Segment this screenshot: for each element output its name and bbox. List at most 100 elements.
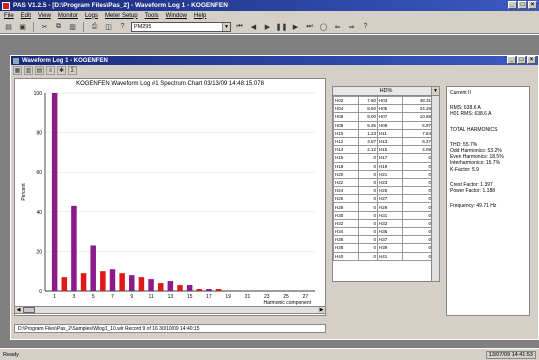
child-maximize-button[interactable]: □ [517,56,526,64]
hd-table-cell: 0 [401,243,434,253]
next-icon[interactable]: ▶ [290,21,301,32]
hd-table-row: H16 0 H17 0 [333,153,434,163]
chevron-down-icon[interactable]: ▼ [431,87,439,95]
save-icon[interactable]: ▣ [17,21,28,32]
print-preview-icon[interactable]: ◫ [103,21,114,32]
hd-table-cell: H24 [333,186,359,196]
chevron-down-icon[interactable]: ▼ [222,22,230,31]
hd-table-cell: 0 [401,153,434,163]
table-icon[interactable]: ▤ [35,66,44,75]
hd-table-cell: H38 [333,243,359,253]
chart-bar [109,269,116,291]
menu-help[interactable]: Help [194,13,206,19]
stop-icon[interactable]: ◯ [318,21,329,32]
open-icon[interactable]: ▤ [3,21,14,32]
chart-bar [186,285,193,291]
hd-table-row: H40 0 H41 0 [333,251,434,261]
scroll-thumb[interactable] [23,307,35,313]
hd-table-cell: H25 [377,186,403,196]
hd-table-cell: H40 [333,251,359,261]
spectrum-chart-panel: KOGENFEN Waveform Log #1 Spectrum Chart … [14,78,326,316]
scroll-left-icon[interactable]: ◀ [15,307,22,313]
hd-table-header: HD% ▼ [333,87,439,96]
y-tick-label: 0 [39,289,42,295]
hd-table-cell: 9.00 [357,112,379,122]
hd-table-cell: 0 [357,186,379,196]
first-icon[interactable]: ⏮ [234,21,245,32]
hd-table-cell: 4.08 [401,145,434,155]
child-titlebar: Waveform Log 1 - KOGENFEN _ □ × [11,56,538,65]
menu-edit[interactable]: Edit [21,13,31,19]
hd-table-cell: 0 [401,177,434,188]
x-tick-label: 19 [225,294,231,300]
help-icon[interactable]: ? [117,21,128,32]
print-icon[interactable]: ⎙ [89,21,100,32]
paste-icon[interactable]: ▥ [67,21,78,32]
last-icon[interactable]: ⏭ [304,21,315,32]
y-tick-label: 40 [36,210,42,216]
menu-tools[interactable]: Tools [145,13,159,19]
star-icon[interactable]: ✱ [57,66,66,75]
scroll-right-icon[interactable]: ▶ [318,307,325,313]
hd-table-cell: 10.58 [401,112,434,122]
x-tick-label: 1 [53,294,56,300]
bar-icon[interactable]: ▥ [24,66,33,75]
hd-table-cell: 0 [401,218,434,229]
close-button[interactable]: × [528,1,537,9]
menu-view[interactable]: View [38,13,51,19]
hd-table-cell: 0 [401,210,434,220]
hd-table-cell: H17 [377,153,403,163]
hd-table-row: H06 9.00 H07 10.58 [333,112,434,122]
child-close-button[interactable]: × [527,56,536,64]
record-path-bar: D:\Program Files\Pas_2\Samples\Wlog1_10.… [14,324,326,333]
hd-table-cell: H27 [377,194,403,204]
rewind-icon[interactable]: ⇐ [332,21,343,32]
hd-table-cell: H26 [333,194,359,204]
hd-table-cell: H34 [333,226,359,237]
play-icon[interactable]: ▶ [262,21,273,32]
status-text: Ready [3,351,19,358]
hd-table-row: H26 0 H27 0 [333,194,434,204]
main-toolbar: ▤ ▣ ✂ ⧉ ▥ ⎙ ◫ ? PM295 ▼ ⏮ ◀ ▶ ❚❚ ▶ ⏭ ◯ ⇐… [0,20,539,34]
hd-table-row: H10 1.23 H11 7.84 [333,128,434,138]
chart-horizontal-scrollbar[interactable]: ◀ ▶ [14,306,326,314]
chart-bar [61,277,68,291]
cut-icon[interactable]: ✂ [39,21,50,32]
device-combo[interactable]: PM295 ▼ [131,21,231,32]
copy-icon[interactable]: ⧉ [53,21,64,32]
hd-table-cell: H35 [377,226,403,237]
chart-bar [71,205,77,291]
window-controls: _ □ × [508,1,537,9]
hd-table-cell: 24.28 [401,104,434,114]
minimize-button[interactable]: _ [508,1,517,9]
chart-bar [80,273,87,291]
maximize-button[interactable]: □ [518,1,527,9]
y-tick-label: 80 [36,131,42,137]
hd-table-cell: H08 [333,120,359,130]
hd-table-cell: H41 [377,251,403,261]
hd-table-cell: 0 [401,202,434,212]
menu-monitor[interactable]: Monitor [58,13,78,19]
hd-table-cell: 0 [401,235,434,245]
chart-icon[interactable]: ▦ [13,66,22,75]
hd-table-cell: 0 [357,194,379,204]
prev-icon[interactable]: ◀ [248,21,259,32]
menu-meter-setup[interactable]: Meter Setup [105,13,138,19]
forward-icon[interactable]: ⇒ [346,21,357,32]
list-icon[interactable]: ≡ [46,66,55,75]
chart-bar [138,277,145,291]
menu-file[interactable]: File [4,13,14,19]
toolbar-separator [83,21,84,32]
hd-table-scrollbar[interactable] [431,96,439,281]
hd-table-cell: H05 [377,104,403,114]
sigma-icon[interactable]: Σ [68,66,77,75]
child-minimize-button[interactable]: _ [507,56,516,64]
hd-table-cell: 0 [357,169,379,179]
menu-logs[interactable]: Logs [85,13,98,19]
pause-icon[interactable]: ❚❚ [276,21,288,32]
menu-bar: File Edit View Monitor Logs Meter Setup … [0,11,539,20]
menu-window[interactable]: Window [166,13,187,19]
x-tick-label: 3 [73,294,76,300]
info-icon[interactable]: ? [360,21,371,32]
x-tick-label: 5 [92,294,95,300]
